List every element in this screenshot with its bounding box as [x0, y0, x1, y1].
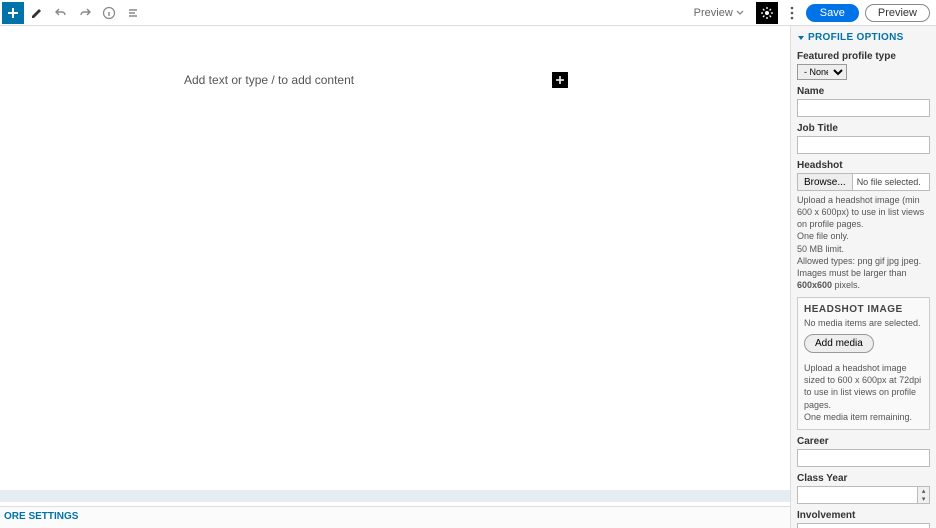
undo-icon[interactable] [50, 2, 72, 24]
involvement-label: Involvement [797, 510, 930, 521]
section-heading[interactable]: PROFILE OPTIONS [797, 32, 930, 43]
jobtitle-label: Job Title [797, 123, 930, 134]
classyear-label: Class Year [797, 473, 930, 484]
no-file-text: No file selected. [853, 177, 921, 187]
headshot-label: Headshot [797, 160, 930, 171]
involvement-input[interactable] [797, 523, 930, 528]
edit-icon[interactable] [26, 2, 48, 24]
classyear-input[interactable] [797, 486, 917, 504]
no-media-text: No media items are selected. [804, 318, 923, 328]
save-button[interactable]: Save [806, 4, 859, 22]
name-label: Name [797, 86, 930, 97]
placeholder-text: Add text or type / to add content [184, 73, 354, 87]
info-icon[interactable] [98, 2, 120, 24]
career-input[interactable] [797, 449, 930, 467]
headshot-image-help: Upload a headshot image sized to 600 x 6… [804, 362, 923, 423]
preview-button[interactable]: Preview [865, 4, 930, 22]
chevron-down-icon [736, 9, 744, 17]
redo-icon[interactable] [74, 2, 96, 24]
featured-type-select[interactable]: - None - [797, 64, 847, 80]
top-toolbar: Preview Save Preview [0, 0, 936, 26]
toolbar-left [0, 2, 144, 24]
outline-icon[interactable] [122, 2, 144, 24]
preview-dropdown[interactable]: Preview [688, 7, 750, 19]
sidebar-profile-options: PROFILE OPTIONS Featured profile type - … [790, 26, 936, 528]
stepper-buttons[interactable]: ▴▾ [917, 486, 930, 504]
toolbar-right: Preview Save Preview [688, 2, 936, 24]
block-placeholder[interactable]: Add text or type / to add content [184, 72, 568, 88]
headshot-image-fieldset: HEADSHOT IMAGE No media items are select… [797, 297, 930, 430]
inline-add-button[interactable] [552, 72, 568, 88]
settings-icon[interactable] [756, 2, 778, 24]
footer-divider [0, 490, 790, 502]
file-upload-row: Browse... No file selected. [797, 173, 930, 191]
name-input[interactable] [797, 99, 930, 117]
add-block-button[interactable] [2, 2, 24, 24]
main-area: Add text or type / to add content ORE SE… [0, 26, 936, 528]
classyear-stepper[interactable]: ▴▾ [797, 486, 930, 504]
editor-canvas[interactable]: Add text or type / to add content ORE SE… [0, 26, 790, 528]
triangle-down-icon [797, 34, 805, 42]
headshot-image-title: HEADSHOT IMAGE [804, 304, 923, 315]
browse-button[interactable]: Browse... [798, 174, 853, 190]
career-label: Career [797, 436, 930, 447]
add-media-button[interactable]: Add media [804, 334, 874, 353]
more-options-icon[interactable] [784, 2, 800, 24]
jobtitle-input[interactable] [797, 136, 930, 154]
headshot-help: Upload a headshot image (min 600 x 600px… [797, 194, 930, 291]
more-settings-link[interactable]: ORE SETTINGS [0, 506, 790, 528]
featured-type-label: Featured profile type [797, 51, 930, 62]
